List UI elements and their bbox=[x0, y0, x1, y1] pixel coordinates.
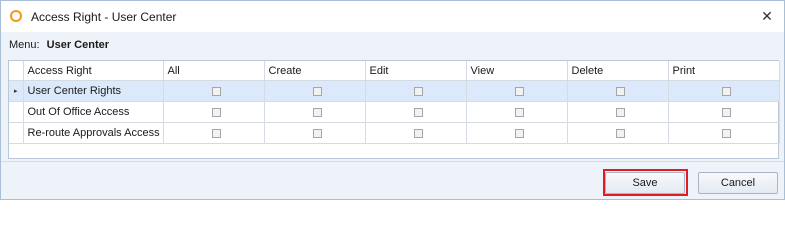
delete-checkbox[interactable] bbox=[616, 107, 625, 117]
column-header-print[interactable]: Print bbox=[668, 61, 780, 81]
print-checkbox[interactable] bbox=[722, 128, 731, 138]
column-header-create[interactable]: Create bbox=[264, 61, 366, 81]
row-indicator bbox=[9, 101, 24, 123]
edit-checkbox-cell[interactable] bbox=[365, 101, 467, 123]
delete-checkbox[interactable] bbox=[616, 86, 625, 96]
print-checkbox[interactable] bbox=[722, 86, 731, 96]
access-right-dialog: Access Right - User Center ✕ Menu: User … bbox=[0, 0, 785, 200]
close-icon[interactable]: ✕ bbox=[756, 5, 778, 27]
view-checkbox-cell[interactable] bbox=[466, 101, 568, 123]
edit-checkbox[interactable] bbox=[414, 86, 423, 96]
create-checkbox[interactable] bbox=[313, 107, 322, 117]
access-right-name[interactable]: Out Of Office Access bbox=[23, 101, 164, 123]
cancel-button[interactable]: Cancel bbox=[698, 172, 778, 194]
all-checkbox-cell[interactable] bbox=[163, 101, 265, 123]
view-checkbox[interactable] bbox=[515, 107, 524, 117]
edit-checkbox-cell[interactable] bbox=[365, 122, 467, 144]
column-header-view[interactable]: View bbox=[466, 61, 568, 81]
all-checkbox-cell[interactable] bbox=[163, 80, 265, 102]
view-checkbox[interactable] bbox=[515, 128, 524, 138]
print-checkbox[interactable] bbox=[722, 107, 731, 117]
table-header-row: Access Right All Create Edit View Delete… bbox=[9, 61, 780, 81]
delete-checkbox-cell[interactable] bbox=[567, 80, 669, 102]
print-checkbox-cell[interactable] bbox=[668, 101, 780, 123]
title-bar[interactable]: Access Right - User Center ✕ bbox=[1, 1, 784, 32]
menu-info: Menu: User Center bbox=[9, 39, 109, 51]
access-rights-grid: Access Right All Create Edit View Delete… bbox=[8, 60, 780, 159]
access-rights-table: Access Right All Create Edit View Delete… bbox=[9, 61, 780, 144]
create-checkbox-cell[interactable] bbox=[264, 80, 366, 102]
create-checkbox-cell[interactable] bbox=[264, 122, 366, 144]
table-row[interactable]: Out Of Office Access bbox=[9, 101, 780, 123]
delete-checkbox-cell[interactable] bbox=[567, 101, 669, 123]
row-indicator bbox=[9, 122, 24, 144]
row-indicator-header bbox=[9, 61, 24, 81]
row-indicator-icon: ▸ bbox=[9, 80, 24, 102]
create-checkbox[interactable] bbox=[313, 86, 322, 96]
edit-checkbox[interactable] bbox=[414, 107, 423, 117]
all-checkbox[interactable] bbox=[212, 128, 221, 138]
view-checkbox[interactable] bbox=[515, 86, 524, 96]
column-header-delete[interactable]: Delete bbox=[567, 61, 669, 81]
access-right-name[interactable]: Re-route Approvals Access bbox=[23, 122, 164, 144]
print-checkbox-cell[interactable] bbox=[668, 122, 780, 144]
all-checkbox-cell[interactable] bbox=[163, 122, 265, 144]
edit-checkbox[interactable] bbox=[414, 128, 423, 138]
create-checkbox-cell[interactable] bbox=[264, 101, 366, 123]
create-checkbox[interactable] bbox=[313, 128, 322, 138]
column-header-edit[interactable]: Edit bbox=[365, 61, 467, 81]
menu-label: Menu: bbox=[9, 39, 40, 51]
all-checkbox[interactable] bbox=[212, 86, 221, 96]
column-header-access-right[interactable]: Access Right bbox=[23, 61, 164, 81]
column-header-all[interactable]: All bbox=[163, 61, 265, 81]
app-ring-icon bbox=[10, 10, 22, 22]
window-title: Access Right - User Center bbox=[31, 10, 177, 24]
view-checkbox-cell[interactable] bbox=[466, 80, 568, 102]
delete-checkbox-cell[interactable] bbox=[567, 122, 669, 144]
table-row[interactable]: ▸ User Center Rights bbox=[9, 80, 780, 102]
view-checkbox-cell[interactable] bbox=[466, 122, 568, 144]
delete-checkbox[interactable] bbox=[616, 128, 625, 138]
save-button[interactable]: Save bbox=[605, 172, 685, 194]
all-checkbox[interactable] bbox=[212, 107, 221, 117]
edit-checkbox-cell[interactable] bbox=[365, 80, 467, 102]
print-checkbox-cell[interactable] bbox=[668, 80, 780, 102]
access-right-name[interactable]: User Center Rights bbox=[23, 80, 164, 102]
menu-value: User Center bbox=[46, 39, 109, 51]
table-row[interactable]: Re-route Approvals Access bbox=[9, 122, 780, 144]
footer-divider bbox=[1, 161, 784, 162]
